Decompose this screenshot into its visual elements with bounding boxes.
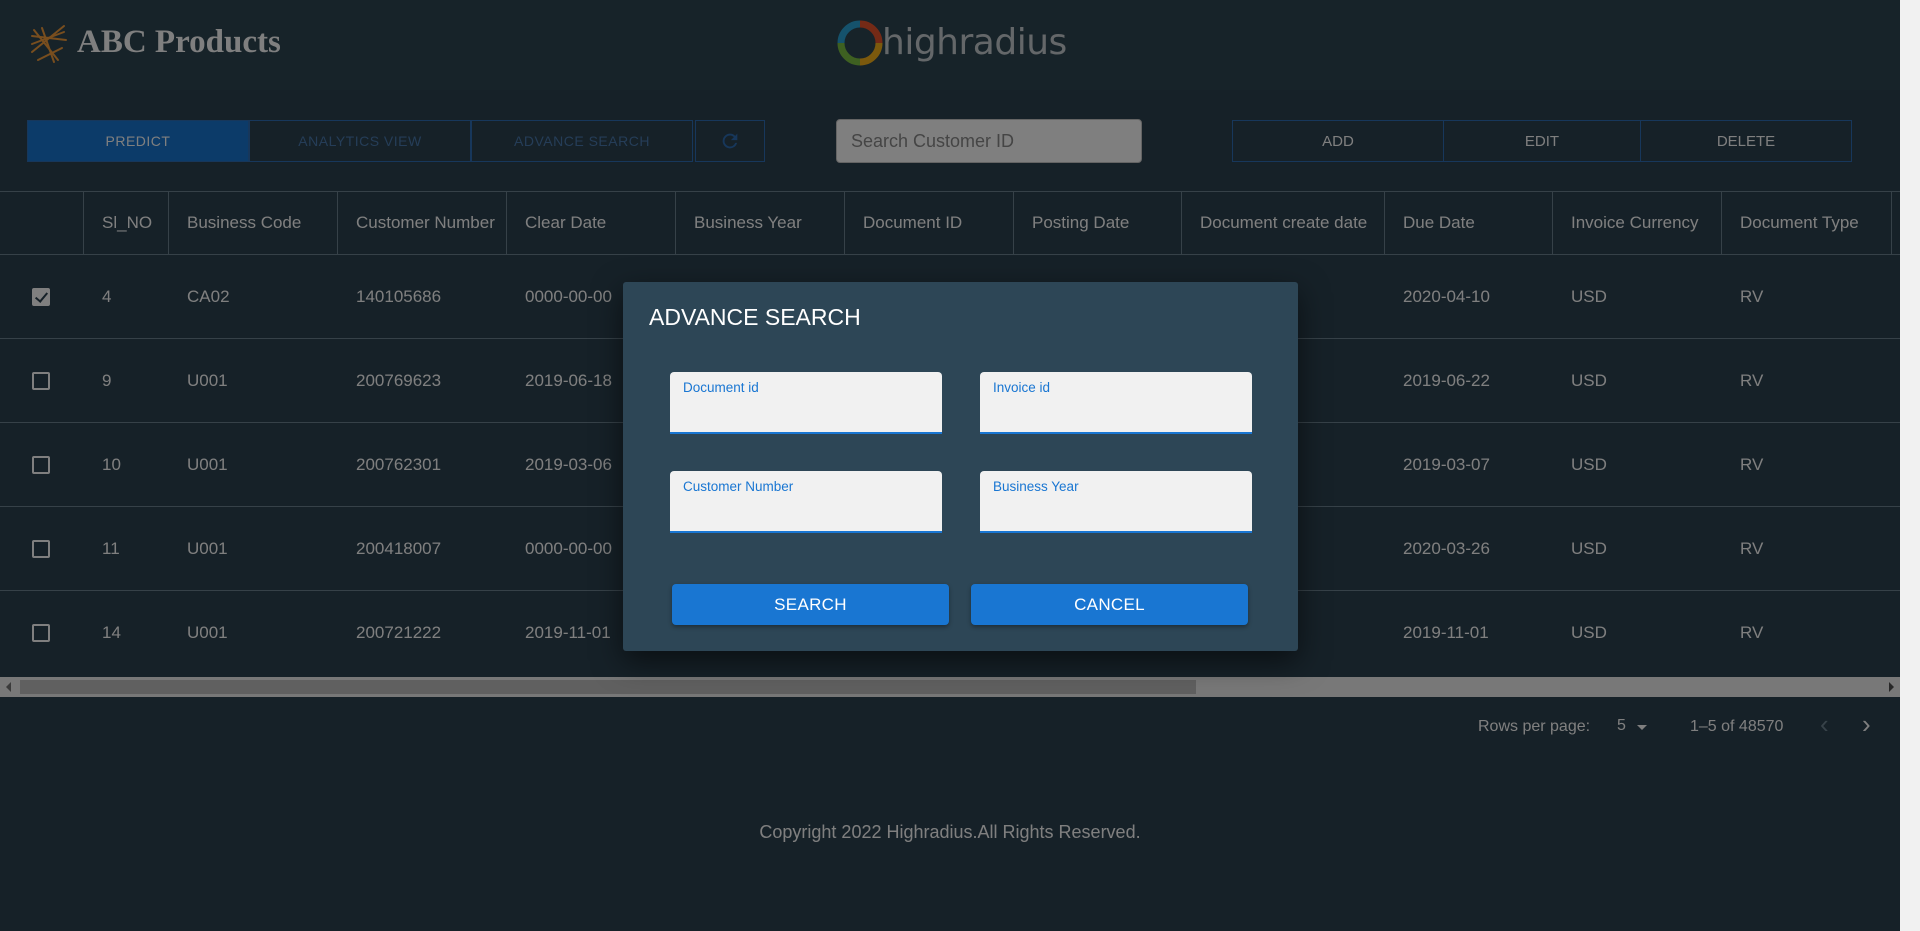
document-id-input[interactable] [683,400,928,426]
customer-number-input[interactable] [683,499,928,525]
customer-number-field: Customer Number [670,471,942,533]
document-id-field: Document id [670,372,942,434]
advance-search-dialog: ADVANCE SEARCH Document id Invoice id Cu… [623,282,1298,651]
vertical-scrollbar[interactable] [1900,0,1920,931]
field-label: Business Year [993,479,1079,494]
invoice-id-field: Invoice id [980,372,1252,434]
field-label: Document id [683,380,759,395]
cancel-button[interactable]: CANCEL [971,584,1248,625]
business-year-field: Business Year [980,471,1252,533]
dialog-title: ADVANCE SEARCH [649,304,861,330]
search-button[interactable]: SEARCH [672,584,949,625]
business-year-input[interactable] [993,499,1238,525]
field-label: Customer Number [683,479,794,494]
invoice-id-input[interactable] [993,400,1238,426]
field-label: Invoice id [993,380,1051,395]
